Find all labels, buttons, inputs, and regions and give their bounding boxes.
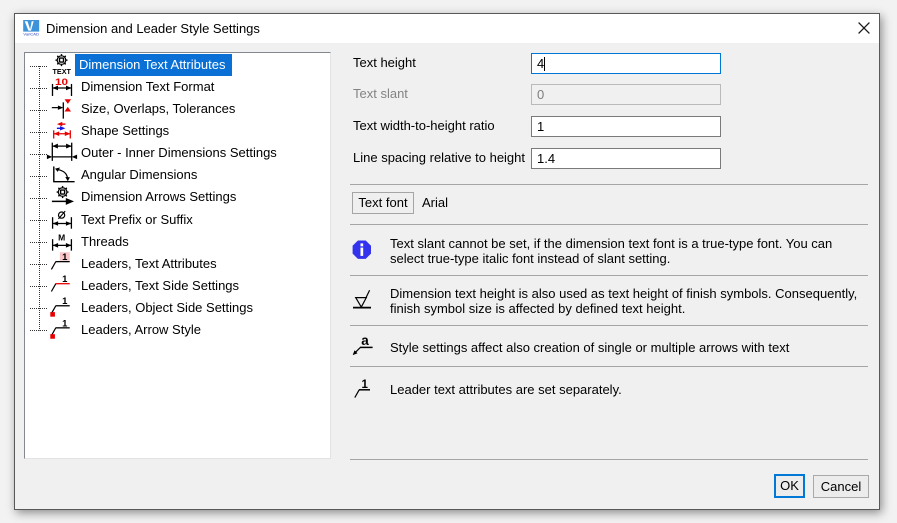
svg-text:a: a	[361, 333, 369, 348]
svg-text:1: 1	[362, 379, 369, 391]
